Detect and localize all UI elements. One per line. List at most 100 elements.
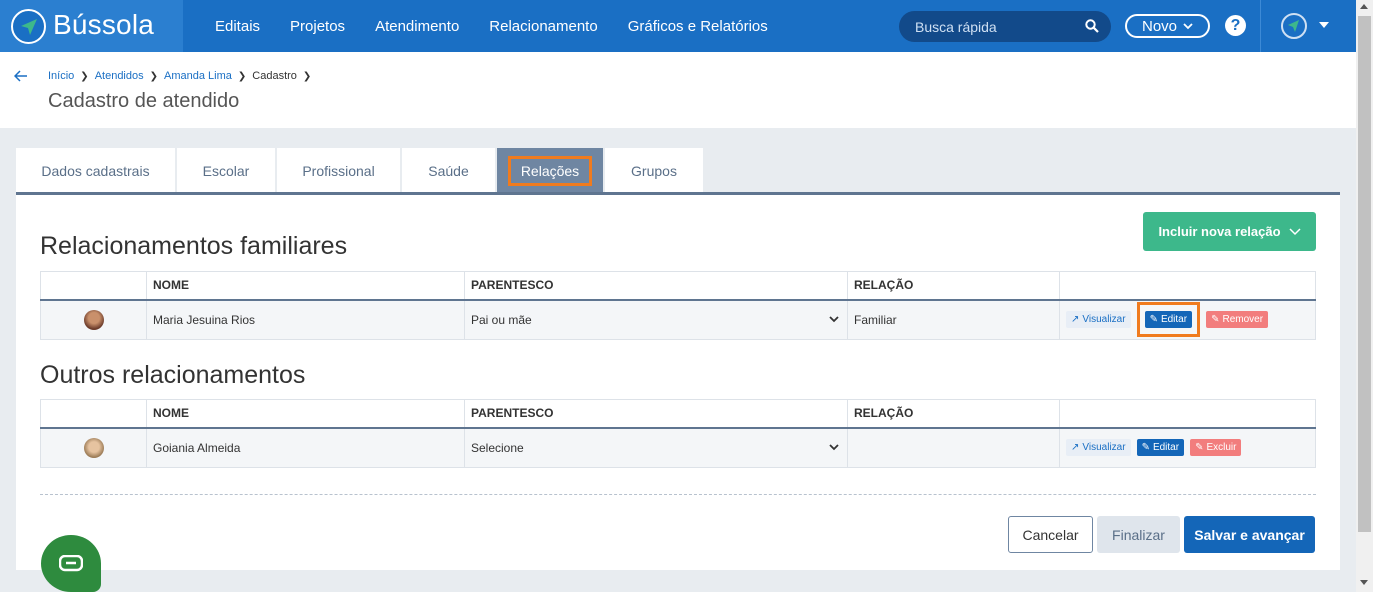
search-icon[interactable] xyxy=(1085,19,1099,38)
header-parentesco: PARENTESCO xyxy=(464,271,848,301)
remove-label: Remover xyxy=(1222,314,1264,326)
edit-icon: ✎ xyxy=(1149,314,1158,326)
nav-relacionamento[interactable]: Relacionamento xyxy=(474,18,612,35)
table-header-row: NOME PARENTESCO RELAÇÃO xyxy=(40,271,1316,301)
top-navbar: Bússola Editais Projetos Atendimento Rel… xyxy=(0,0,1356,52)
tab-escolar[interactable]: Escolar xyxy=(177,148,275,193)
header-avatar xyxy=(40,271,147,301)
new-label: Novo xyxy=(1141,17,1178,35)
edit-highlight: ✎ Editar xyxy=(1136,302,1201,338)
nav-editais[interactable]: Editais xyxy=(200,18,275,35)
chat-widget-button[interactable] xyxy=(41,535,101,592)
nav-graficos-relatorios[interactable]: Gráficos e Relatórios xyxy=(613,18,783,35)
parentesco-value: Pai ou mãe xyxy=(471,312,532,327)
remove-button[interactable]: ✎ Remover xyxy=(1206,311,1269,329)
chevron-right-icon: ❯ xyxy=(237,70,247,82)
edit-label: Editar xyxy=(1152,442,1180,454)
tab-grupos[interactable]: Grupos xyxy=(605,148,703,193)
header-actions xyxy=(1059,271,1316,301)
back-arrow-icon[interactable] xyxy=(13,66,28,87)
page-scrollbar[interactable] xyxy=(1356,0,1373,592)
chevron-right-icon: ❯ xyxy=(149,70,159,82)
edit-button[interactable]: ✎ Editar xyxy=(1136,439,1185,457)
scroll-thumb[interactable] xyxy=(1358,16,1371,532)
chevron-right-icon: ❯ xyxy=(80,70,89,82)
scroll-down-arrow-icon[interactable] xyxy=(1360,580,1368,585)
tab-saude[interactable]: Saúde xyxy=(402,148,495,193)
name-cell: Maria Jesuina Rios xyxy=(146,299,465,340)
external-link-icon: ↗ xyxy=(1071,442,1080,454)
section-divider xyxy=(40,494,1316,495)
tab-relacoes-label: Relações xyxy=(507,155,593,186)
view-button[interactable]: ↗ Visualizar xyxy=(1066,311,1131,329)
chevron-down-icon xyxy=(1289,227,1301,235)
avatar[interactable] xyxy=(84,437,104,458)
actions-cell: ↗ Visualizar ✎ Editar ✎ Remover xyxy=(1059,299,1316,340)
relacao-cell xyxy=(847,427,1060,468)
chat-icon xyxy=(59,555,83,572)
save-and-continue-button[interactable]: Salvar e avançar xyxy=(1184,516,1315,553)
edit-label: Editar xyxy=(1160,314,1188,326)
other-relations-table: NOME PARENTESCO RELAÇÃO Goiania Almeida … xyxy=(40,399,1316,468)
avatar-cell xyxy=(40,427,147,468)
tab-dados-cadastrais[interactable]: Dados cadastrais xyxy=(16,148,175,193)
parentesco-value: Selecione xyxy=(471,440,524,455)
breadcrumb-amanda-lima[interactable]: Amanda Lima xyxy=(164,70,232,82)
chevron-down-icon xyxy=(829,316,839,323)
header-avatar xyxy=(40,399,147,429)
breadcrumb: Início ❯ Atendidos ❯ Amanda Lima ❯ Cadas… xyxy=(48,70,311,82)
delete-button[interactable]: ✎ Excluir xyxy=(1190,439,1242,457)
header-nome: NOME xyxy=(146,399,465,429)
help-icon[interactable]: ? xyxy=(1225,15,1246,36)
logo[interactable]: Bússola xyxy=(0,0,183,52)
breadcrumb-atendidos[interactable]: Atendidos xyxy=(95,70,144,82)
nav-atendimento[interactable]: Atendimento xyxy=(360,18,474,35)
header-actions xyxy=(1059,399,1316,429)
edit-button[interactable]: ✎ Editar xyxy=(1144,311,1193,329)
view-label: Visualizar xyxy=(1082,442,1126,454)
view-label: Visualizar xyxy=(1082,314,1126,326)
delete-label: Excluir xyxy=(1206,442,1237,454)
view-button[interactable]: ↗ Visualizar xyxy=(1066,439,1131,457)
compass-logo-icon xyxy=(11,9,46,44)
nav-divider xyxy=(1260,0,1261,52)
page-title: Cadastro de atendido xyxy=(48,90,240,112)
parentesco-select[interactable]: Pai ou mãe xyxy=(464,299,848,340)
new-dropdown-button[interactable]: Novo xyxy=(1125,14,1210,38)
nav-projetos[interactable]: Projetos xyxy=(275,18,360,35)
parentesco-select[interactable]: Selecione xyxy=(464,427,848,468)
tab-relacoes[interactable]: Relações xyxy=(497,148,603,193)
external-link-icon: ↗ xyxy=(1071,314,1080,326)
scroll-up-arrow-icon[interactable] xyxy=(1360,4,1368,9)
search-input[interactable] xyxy=(899,11,1079,42)
page-header: Início ❯ Atendidos ❯ Amanda Lima ❯ Cadas… xyxy=(0,52,1356,128)
relacao-cell: Familiar xyxy=(847,299,1060,340)
edit-icon: ✎ xyxy=(1195,442,1204,454)
chevron-right-icon: ❯ xyxy=(302,70,312,82)
name-cell: Goiania Almeida xyxy=(146,427,465,468)
app-name: Bússola xyxy=(53,9,155,40)
breadcrumb-inicio[interactable]: Início xyxy=(48,70,74,82)
edit-icon: ✎ xyxy=(1141,442,1150,454)
finalize-button[interactable]: Finalizar xyxy=(1097,516,1180,553)
table-row: Goiania Almeida Selecione ↗ Visualizar ✎… xyxy=(40,427,1316,468)
chevron-down-icon xyxy=(1183,22,1193,29)
tab-bar: Dados cadastrais Escolar Profissional Sa… xyxy=(16,148,703,193)
edit-icon: ✎ xyxy=(1211,314,1220,326)
header-relacao: RELAÇÃO xyxy=(847,399,1060,429)
caret-down-icon[interactable] xyxy=(1319,22,1329,28)
tab-profissional[interactable]: Profissional xyxy=(277,148,400,193)
header-relacao: RELAÇÃO xyxy=(847,271,1060,301)
user-avatar[interactable] xyxy=(1281,13,1307,39)
include-relation-label: Incluir nova relação xyxy=(1158,224,1281,239)
include-relation-button[interactable]: Incluir nova relação xyxy=(1143,212,1316,251)
table-row: Maria Jesuina Rios Pai ou mãe Familiar ↗… xyxy=(40,299,1316,340)
breadcrumb-cadastro: Cadastro xyxy=(252,70,297,82)
avatar-cell xyxy=(40,299,147,340)
others-section-title: Outros relacionamentos xyxy=(40,361,306,389)
family-section-title: Relacionamentos familiares xyxy=(40,232,348,260)
family-relations-table: NOME PARENTESCO RELAÇÃO Maria Jesuina Ri… xyxy=(40,271,1316,340)
table-header-row: NOME PARENTESCO RELAÇÃO xyxy=(40,399,1316,429)
avatar[interactable] xyxy=(84,309,104,330)
cancel-button[interactable]: Cancelar xyxy=(1008,516,1093,553)
